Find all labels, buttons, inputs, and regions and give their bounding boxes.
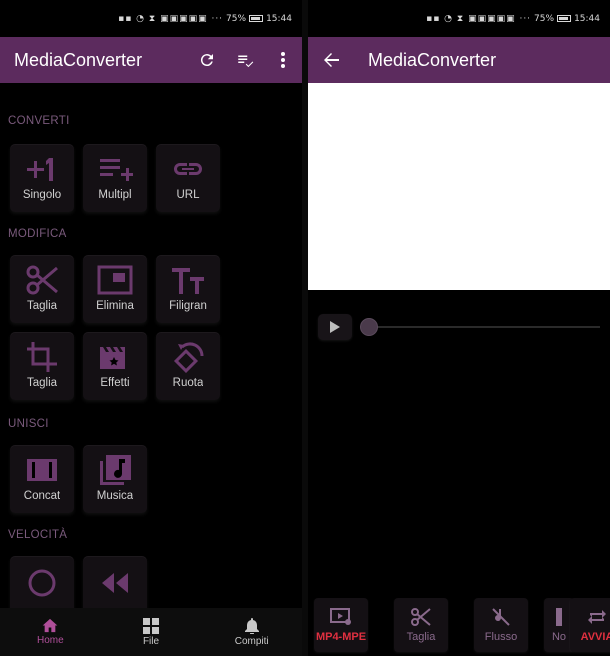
tile-taglia[interactable]: Taglia (10, 255, 74, 323)
tile-musica[interactable]: Musica (83, 445, 147, 513)
picture-in-picture-icon (97, 265, 133, 295)
tool-avvia[interactable]: AVVIA (570, 598, 610, 652)
tile-singolo[interactable]: Singolo (10, 144, 74, 212)
tool-flusso[interactable]: Flusso (474, 598, 528, 652)
app-title: MediaConverter (368, 49, 497, 70)
signal-indicators: ▪▪ ◔ ⧗ ▣▣▣▣▣ ··· (118, 13, 224, 24)
playback-controls (318, 313, 600, 341)
section-converti: CONVERTI (8, 115, 70, 127)
battery-percent: 75% (226, 13, 247, 24)
tile-label: Singolo (22, 189, 62, 201)
nav-label: File (142, 635, 160, 647)
music-library-icon (100, 455, 131, 485)
battery-icon (557, 15, 572, 22)
text-format-icon (172, 268, 204, 294)
rewind-icon (102, 573, 128, 593)
nav-label: Compiti (234, 635, 269, 647)
tile-label: Effetti (100, 377, 130, 389)
editor-toolbar: MP4-MPE Taglia Flusso No AVVIA (308, 598, 610, 656)
signal-indicators: ▪▪ ◔ ⧗ ▣▣▣▣▣ ··· (426, 13, 532, 24)
more-vert-icon[interactable] (264, 51, 302, 69)
tool-format[interactable]: MP4-MPE (314, 598, 368, 652)
video-preview[interactable] (308, 83, 610, 290)
editor-screen: ▪▪ ◔ ⧗ ▣▣▣▣▣ ··· 75% 15:44 MediaConverte… (308, 0, 610, 656)
tool-label: No (551, 630, 567, 643)
tool-label: Flusso (484, 630, 518, 643)
playlist-add-icon (100, 159, 133, 181)
tile-taglia-crop[interactable]: Taglia (10, 332, 74, 400)
refresh-icon[interactable] (188, 51, 226, 69)
rotate-icon (173, 342, 204, 373)
bell-icon (244, 617, 259, 634)
scissors-icon (411, 607, 431, 626)
status-bar: ▪▪ ◔ ⧗ ▣▣▣▣▣ ··· 75% 15:44 (0, 0, 302, 37)
repeat-icon (588, 609, 606, 624)
play-icon (330, 321, 340, 333)
tile-elimina[interactable]: Elimina (83, 255, 147, 323)
bottom-navigation: Home File Compiti (0, 608, 302, 656)
modifica-grid: Taglia Elimina Filigran Taglia Effetti R… (0, 255, 302, 400)
crop-icon (27, 342, 57, 372)
tile-label: Concat (23, 490, 61, 502)
tile-url[interactable]: URL (156, 144, 220, 212)
seek-bar[interactable] (360, 313, 600, 341)
tool-taglia[interactable]: Taglia (394, 598, 448, 652)
home-screen: ▪▪ ◔ ⧗ ▣▣▣▣▣ ··· 75% 15:44 MediaConverte… (0, 0, 302, 656)
battery-icon (249, 15, 264, 22)
tile-label: Elimina (96, 300, 134, 312)
nav-home[interactable]: Home (0, 608, 101, 656)
tile-label: Filigran (169, 300, 207, 312)
link-icon (174, 163, 202, 175)
film-strip-icon (27, 459, 57, 481)
tile-multipl[interactable]: Multipl (83, 144, 147, 212)
tile-label: Taglia (26, 300, 58, 312)
tool-label: MP4-MPE (315, 630, 367, 643)
unisci-grid: Concat Musica (0, 445, 302, 513)
tile-label: Multipl (98, 189, 132, 201)
tile-filigran[interactable]: Filigran (156, 255, 220, 323)
tile-label: Ruota (172, 377, 204, 389)
scissors-icon (26, 265, 58, 295)
movie-filter-icon (100, 347, 125, 369)
tile-label: Musica (96, 490, 134, 502)
clock: 15:44 (574, 13, 600, 24)
clock: 15:44 (266, 13, 292, 24)
battery-percent: 75% (534, 13, 555, 24)
app-bar: MediaConverter (0, 37, 302, 83)
converti-grid: Singolo Multipl URL (0, 144, 302, 212)
checklist-icon[interactable] (226, 51, 264, 69)
section-unisci: UNISCI (8, 418, 49, 430)
bar-icon (556, 607, 562, 626)
video-settings-icon (330, 607, 351, 625)
nav-label: Home (36, 635, 64, 646)
back-arrow-icon[interactable] (308, 52, 354, 68)
plus-one-icon (27, 158, 53, 181)
tile-label: Taglia (26, 377, 58, 389)
play-button[interactable] (318, 314, 352, 340)
tile-ruota[interactable]: Ruota (156, 332, 220, 400)
tool-label: Taglia (406, 630, 436, 643)
tile-effetti[interactable]: Effetti (83, 332, 147, 400)
no-audio-icon (492, 607, 510, 626)
home-icon (42, 618, 58, 633)
tile-concat[interactable]: Concat (10, 445, 74, 513)
speed-icon (28, 569, 56, 597)
seek-thumb[interactable] (360, 318, 378, 336)
tool-label: AVVIA (580, 630, 610, 643)
app-bar: MediaConverter (308, 37, 610, 83)
status-bar: ▪▪ ◔ ⧗ ▣▣▣▣▣ ··· 75% 15:44 (308, 0, 610, 37)
grid-icon (143, 617, 159, 634)
app-title: MediaConverter (14, 49, 143, 70)
section-modifica: MODIFICA (8, 228, 67, 240)
tile-label: URL (176, 189, 200, 201)
nav-compiti[interactable]: Compiti (201, 608, 302, 656)
seek-track (360, 326, 600, 328)
nav-file[interactable]: File (101, 608, 202, 656)
section-velocita: VELOCITÀ (8, 529, 68, 541)
